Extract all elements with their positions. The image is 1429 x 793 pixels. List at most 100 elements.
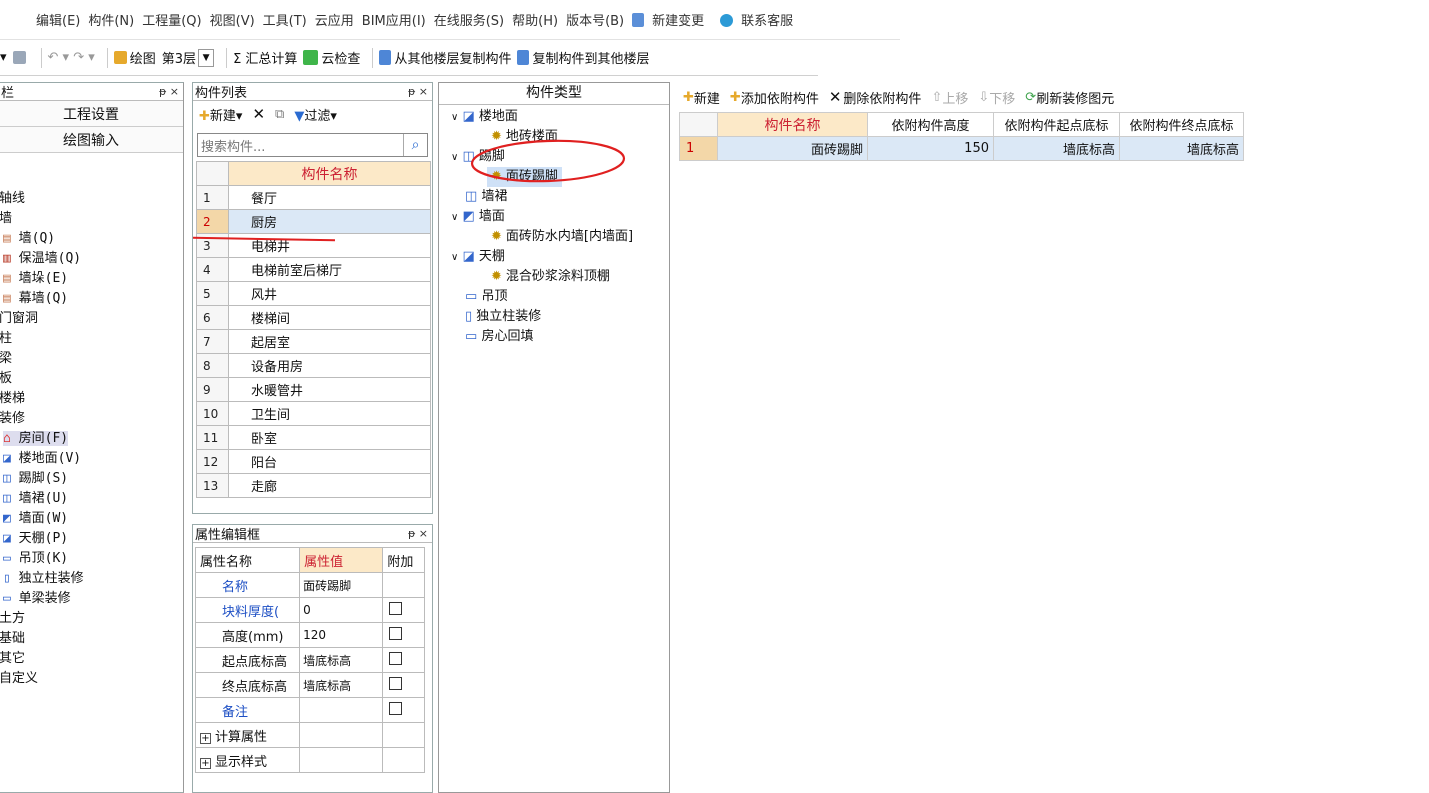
nav-item[interactable]: ◫ 踢脚(S) xyxy=(0,469,183,489)
sum-calc-button[interactable]: Σ 汇总计算 xyxy=(233,48,297,67)
menu-help[interactable]: 帮助(H) xyxy=(512,10,558,29)
menu-bim[interactable]: BIM应用(I) xyxy=(362,10,426,29)
table-row[interactable]: 1 面砖踢脚 150 墙底标高 墙底标高 xyxy=(679,136,1244,161)
nav-item[interactable]: 板 xyxy=(0,369,183,389)
attr-group-row[interactable]: + 显示样式 xyxy=(194,747,425,773)
nav-item[interactable]: 墙 xyxy=(0,209,183,229)
nav-item[interactable]: ▤ 幕墙(Q) xyxy=(0,289,183,309)
table-row[interactable]: 11 卧室 xyxy=(196,425,431,450)
cell-height[interactable]: 150 xyxy=(867,136,994,161)
pin-close-icon[interactable]: ᵽ × xyxy=(408,85,428,98)
new-button[interactable]: ✚ 新建 xyxy=(683,88,720,107)
menu-online[interactable]: 在线服务(S) xyxy=(434,10,504,29)
filter-button[interactable]: ▼过滤▾ xyxy=(294,105,337,124)
tree-node-floor[interactable]: ∨ ◪ 楼地面 xyxy=(451,107,669,127)
menu-cloud[interactable]: 云应用 xyxy=(315,10,354,29)
nav-button-project-settings[interactable]: 工程设置 xyxy=(0,101,183,127)
menu-view[interactable]: 视图(V) xyxy=(210,10,255,29)
nav-item[interactable]: ◪ 楼地面(V) xyxy=(0,449,183,469)
pin-close-icon[interactable]: ᵽ × xyxy=(408,527,428,540)
nav-item[interactable]: ◪ 天棚(P) xyxy=(0,529,183,549)
search-icon[interactable]: ⌕ xyxy=(403,134,427,156)
menu-version[interactable]: 版本号(B) xyxy=(566,10,624,29)
nav-item[interactable]: ▭ 吊顶(K) xyxy=(0,549,183,569)
expand-icon[interactable]: + xyxy=(200,757,211,769)
table-row[interactable]: 9 水暖管井 xyxy=(196,377,431,402)
table-row[interactable]: 5 风井 xyxy=(196,281,431,306)
nav-item[interactable]: ▥ 保温墙(Q) xyxy=(0,249,183,269)
attr-group-row[interactable]: + 计算属性 xyxy=(194,722,425,748)
cell-end[interactable]: 墙底标高 xyxy=(1119,136,1244,161)
attr-value-input[interactable]: 0 xyxy=(299,597,384,623)
nav-item[interactable]: ▭ 单梁装修 xyxy=(0,589,183,609)
add-dependent-button[interactable]: ✚ 添加依附构件 xyxy=(730,88,819,107)
copy-icon[interactable]: ⧉ xyxy=(275,107,284,122)
menu-new-change[interactable]: 新建变更 xyxy=(632,10,712,29)
save-icon[interactable] xyxy=(12,51,29,64)
attr-value-input[interactable]: 墙底标高 xyxy=(299,672,384,698)
nav-item[interactable]: 柱 xyxy=(0,329,183,349)
checkbox[interactable] xyxy=(389,626,403,640)
nav-item[interactable]: 梁 xyxy=(0,349,183,369)
nav-item-room[interactable]: ⌂ 房间(F) xyxy=(0,429,183,449)
nav-item[interactable]: 装修 xyxy=(0,409,183,429)
delete-dependent-button[interactable]: ✕ 删除依附构件 xyxy=(829,88,922,107)
attr-value-input[interactable]: 120 xyxy=(299,622,384,648)
menu-edit[interactable]: 编辑(E) xyxy=(36,10,80,29)
tree-node-column-finish[interactable]: ▯ 独立柱装修 xyxy=(451,307,669,327)
copy-from-floor-button[interactable]: 从其他楼层复制构件 xyxy=(379,48,511,67)
move-down-button[interactable]: ⇩ 下移 xyxy=(978,88,1015,107)
table-row[interactable]: 4 电梯前室后梯厅 xyxy=(196,257,431,282)
menu-component[interactable]: 构件(N) xyxy=(88,10,134,29)
refresh-finish-button[interactable]: ⟳ 刷新装修图元 xyxy=(1025,88,1114,107)
nav-item[interactable]: 基础 xyxy=(0,629,183,649)
checkbox[interactable] xyxy=(389,701,403,715)
tree-node-wall-surface[interactable]: ∨ ◩ 墙面 xyxy=(451,207,669,227)
copy-to-floor-button[interactable]: 复制构件到其他楼层 xyxy=(517,48,649,67)
nav-item[interactable]: ▯ 独立柱装修 xyxy=(0,569,183,589)
menu-quantity[interactable]: 工程量(Q) xyxy=(142,10,201,29)
menu-tools[interactable]: 工具(T) xyxy=(263,10,307,29)
table-row[interactable]: 1 餐厅 xyxy=(196,185,431,210)
tree-node-ceiling[interactable]: ∨ ◪ 天棚 xyxy=(451,247,669,267)
nav-item[interactable]: ▤ 墙垛(E) xyxy=(0,269,183,289)
nav-item[interactable]: 楼梯 xyxy=(0,389,183,409)
table-row[interactable]: 7 起居室 xyxy=(196,329,431,354)
expand-icon[interactable]: + xyxy=(200,732,211,744)
chevron-down-icon[interactable]: ∨ xyxy=(451,152,458,163)
attr-value-input[interactable]: 墙底标高 xyxy=(299,647,384,673)
table-row[interactable]: 13 走廊 xyxy=(196,473,431,498)
move-up-button[interactable]: ⇧ 上移 xyxy=(931,88,968,107)
checkbox[interactable] xyxy=(389,601,403,615)
chevron-down-icon[interactable]: ∨ xyxy=(451,112,458,123)
nav-item[interactable]: ◩ 墙面(W) xyxy=(0,509,183,529)
cell-name[interactable]: 面砖踢脚 xyxy=(717,136,868,161)
tree-node-suspended-ceiling[interactable]: ▭ 吊顶 xyxy=(451,287,669,307)
cloud-check-button[interactable]: 云检查 xyxy=(303,48,360,67)
nav-item[interactable]: 门窗洞 xyxy=(0,309,183,329)
dropdown-arrow-button[interactable]: ▾ xyxy=(0,50,7,65)
attr-value-input[interactable]: 面砖踢脚 xyxy=(299,572,384,598)
checkbox[interactable] xyxy=(389,651,403,665)
tree-node-child[interactable]: ✹ 混合砂浆涂料顶棚 xyxy=(451,267,669,287)
pin-close-icon[interactable]: ᵽ × xyxy=(159,85,179,98)
tree-node-wainscot[interactable]: ◫ 墙裙 xyxy=(451,187,669,207)
draw-button[interactable]: 绘图 xyxy=(113,48,156,67)
attr-value-input[interactable] xyxy=(299,697,384,723)
nav-item[interactable]: 自定义 xyxy=(0,669,183,689)
undo-icon[interactable]: ↶ ▾ ↷ ▾ xyxy=(48,50,95,65)
nav-item[interactable]: 轴线 xyxy=(0,189,183,209)
nav-item[interactable]: ▤ 墙(Q) xyxy=(0,229,183,249)
delete-icon[interactable]: ✕ xyxy=(252,105,265,123)
cell-start[interactable]: 墙底标高 xyxy=(993,136,1120,161)
chevron-down-icon[interactable]: ∨ xyxy=(451,252,458,263)
floor-select[interactable]: 第3层 ▼ xyxy=(162,48,215,67)
table-row[interactable]: 12 阳台 xyxy=(196,449,431,474)
nav-item[interactable]: 其它 xyxy=(0,649,183,669)
new-component-button[interactable]: ✚新建▾ xyxy=(199,105,242,124)
chevron-down-icon[interactable]: ∨ xyxy=(451,212,458,223)
table-row[interactable]: 8 设备用房 xyxy=(196,353,431,378)
nav-item[interactable]: ◫ 墙裙(U) xyxy=(0,489,183,509)
table-row[interactable]: 10 卫生间 xyxy=(196,401,431,426)
tree-node-backfill[interactable]: ▭ 房心回填 xyxy=(451,327,669,347)
